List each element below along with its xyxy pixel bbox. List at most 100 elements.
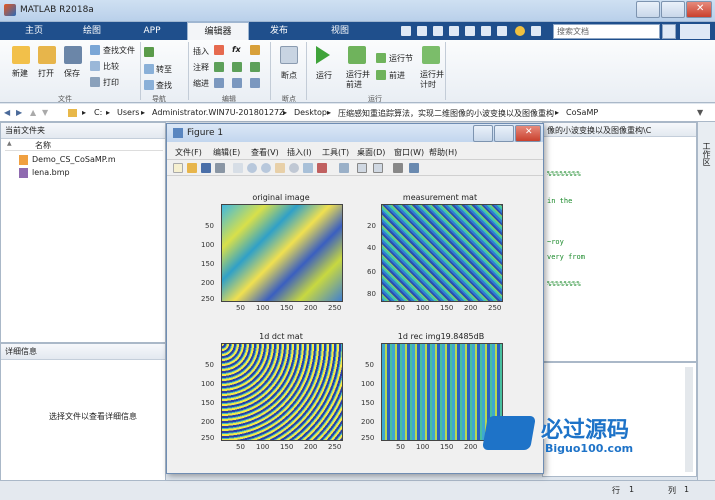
- path-drive[interactable]: C:: [94, 108, 102, 117]
- insert-section-icon[interactable]: [214, 45, 224, 55]
- maximize-button[interactable]: [661, 1, 685, 18]
- path-user-folder[interactable]: Administrator.WIN7U-20180127Z: [152, 108, 285, 117]
- find-button[interactable]: 查找: [156, 80, 172, 91]
- new-button[interactable]: 新建: [12, 68, 28, 79]
- new-icon[interactable]: [12, 46, 30, 64]
- breakpoint-button[interactable]: 断点: [281, 70, 297, 81]
- legend-icon[interactable]: [373, 163, 383, 173]
- cut-icon[interactable]: [417, 26, 427, 36]
- switch-windows-icon[interactable]: [497, 26, 507, 36]
- insert-option-icon[interactable]: [250, 45, 260, 55]
- menu-file[interactable]: 文件(F): [175, 147, 202, 158]
- dct-mat-plot[interactable]: [221, 343, 343, 441]
- zoom-out-icon[interactable]: [261, 163, 271, 173]
- back-arrow-icon[interactable]: ◀: [4, 108, 10, 117]
- comment-icon[interactable]: [214, 62, 224, 72]
- print-button[interactable]: 打印: [103, 77, 119, 88]
- print-figure-icon[interactable]: [215, 163, 225, 173]
- tab-publish[interactable]: 发布: [255, 22, 303, 40]
- save-quick-icon[interactable]: [401, 26, 411, 36]
- search-input[interactable]: 搜索文档: [553, 24, 660, 39]
- window-options-icon[interactable]: [680, 24, 710, 39]
- tab-apps[interactable]: APP: [128, 22, 176, 40]
- hide-plot-tools-icon[interactable]: [393, 163, 403, 173]
- tab-home[interactable]: 主页: [10, 22, 58, 40]
- zoom-in-icon[interactable]: [247, 163, 257, 173]
- measurement-mat-plot[interactable]: [381, 204, 503, 302]
- list-item[interactable]: Demo_CS_CoSaMP.m: [7, 154, 157, 166]
- menu-desktop[interactable]: 桌面(D): [357, 147, 385, 158]
- run-icon[interactable]: [316, 46, 330, 64]
- path-project[interactable]: 压缩感知重追踪算法，实现二维图像的小波变换以及图像重构: [338, 108, 554, 119]
- decrease-indent-icon[interactable]: [250, 78, 260, 88]
- save-button[interactable]: 保存: [64, 68, 80, 79]
- advance-button[interactable]: 前进: [389, 70, 405, 81]
- bell-icon[interactable]: [531, 26, 541, 36]
- new-figure-icon[interactable]: [173, 163, 183, 173]
- run-time-button[interactable]: 运行并 计时: [420, 70, 444, 90]
- run-section-button[interactable]: 运行节: [389, 53, 413, 64]
- colorbar-icon[interactable]: [357, 163, 367, 173]
- path-users[interactable]: Users: [117, 108, 139, 117]
- figure-minimize-button[interactable]: [473, 125, 493, 142]
- menu-insert[interactable]: 插入(I): [287, 147, 312, 158]
- workspace-side-tab[interactable]: 工作区: [697, 122, 715, 497]
- up-folder-icon[interactable]: ▲: [30, 108, 36, 117]
- run-button[interactable]: 运行: [316, 70, 332, 81]
- goto-button[interactable]: 转至: [156, 64, 172, 75]
- fx-button[interactable]: fx: [232, 45, 241, 54]
- data-cursor-icon[interactable]: [303, 163, 313, 173]
- file-list-header[interactable]: ▲ 名称: [5, 138, 163, 151]
- comment-button[interactable]: 注释: [193, 62, 209, 73]
- run-advance-button[interactable]: 运行并 前进: [346, 70, 370, 90]
- copy-icon[interactable]: [433, 26, 443, 36]
- run-time-icon[interactable]: [422, 46, 440, 64]
- original-image-plot[interactable]: [221, 204, 343, 302]
- menu-edit[interactable]: 编辑(E): [213, 147, 240, 158]
- save-icon[interactable]: [64, 46, 82, 64]
- rotate-icon[interactable]: [289, 163, 299, 173]
- open-button[interactable]: 打开: [38, 68, 54, 79]
- wrap-icon[interactable]: [250, 62, 260, 72]
- path-cosamp[interactable]: CoSaMP: [566, 108, 598, 117]
- open-icon[interactable]: [38, 46, 56, 64]
- save-figure-icon[interactable]: [201, 163, 211, 173]
- search-icon[interactable]: [662, 24, 676, 39]
- scrollbar[interactable]: [685, 367, 693, 472]
- back-icon[interactable]: [144, 47, 154, 57]
- browse-folder-icon[interactable]: ▼: [42, 108, 48, 117]
- figure-close-button[interactable]: ✕: [515, 125, 541, 142]
- menu-window[interactable]: 窗口(W): [394, 147, 424, 158]
- list-item[interactable]: lena.bmp: [7, 167, 157, 179]
- figure-maximize-button[interactable]: [494, 125, 514, 142]
- link-plot-icon[interactable]: [339, 163, 349, 173]
- redo-icon[interactable]: [481, 26, 491, 36]
- increase-indent-icon[interactable]: [232, 78, 242, 88]
- open-file-icon[interactable]: [187, 163, 197, 173]
- address-bar[interactable]: ◀ ▶ ▲ ▼ ▸ C: ▸ Users ▸ Administrator.WIN…: [0, 104, 715, 122]
- run-advance-icon[interactable]: [348, 46, 366, 64]
- uncomment-icon[interactable]: [232, 62, 242, 72]
- name-column-header[interactable]: 名称: [35, 140, 51, 151]
- help-icon[interactable]: [515, 26, 525, 36]
- close-button[interactable]: ✕: [686, 1, 712, 18]
- undo-icon[interactable]: [465, 26, 475, 36]
- tab-plots[interactable]: 绘图: [68, 22, 116, 40]
- tab-view[interactable]: 视图: [316, 22, 364, 40]
- menu-tools[interactable]: 工具(T): [322, 147, 349, 158]
- show-plot-tools-icon[interactable]: [409, 163, 419, 173]
- dropdown-arrow-icon[interactable]: ▼: [697, 108, 703, 117]
- brush-icon[interactable]: [317, 163, 327, 173]
- smart-indent-icon[interactable]: [214, 78, 224, 88]
- minimize-button[interactable]: [636, 1, 660, 18]
- menu-view[interactable]: 查看(V): [251, 147, 279, 158]
- tab-editor[interactable]: 编辑器: [187, 22, 249, 40]
- compare-button[interactable]: 比较: [103, 61, 119, 72]
- breakpoint-icon[interactable]: [280, 46, 298, 64]
- paste-icon[interactable]: [449, 26, 459, 36]
- insert-button[interactable]: 插入: [193, 46, 209, 57]
- forward-arrow-icon[interactable]: ▶: [16, 108, 22, 117]
- path-desktop[interactable]: Desktop: [294, 108, 327, 117]
- find-files-button[interactable]: 查找文件: [103, 45, 135, 56]
- pointer-icon[interactable]: [233, 163, 243, 173]
